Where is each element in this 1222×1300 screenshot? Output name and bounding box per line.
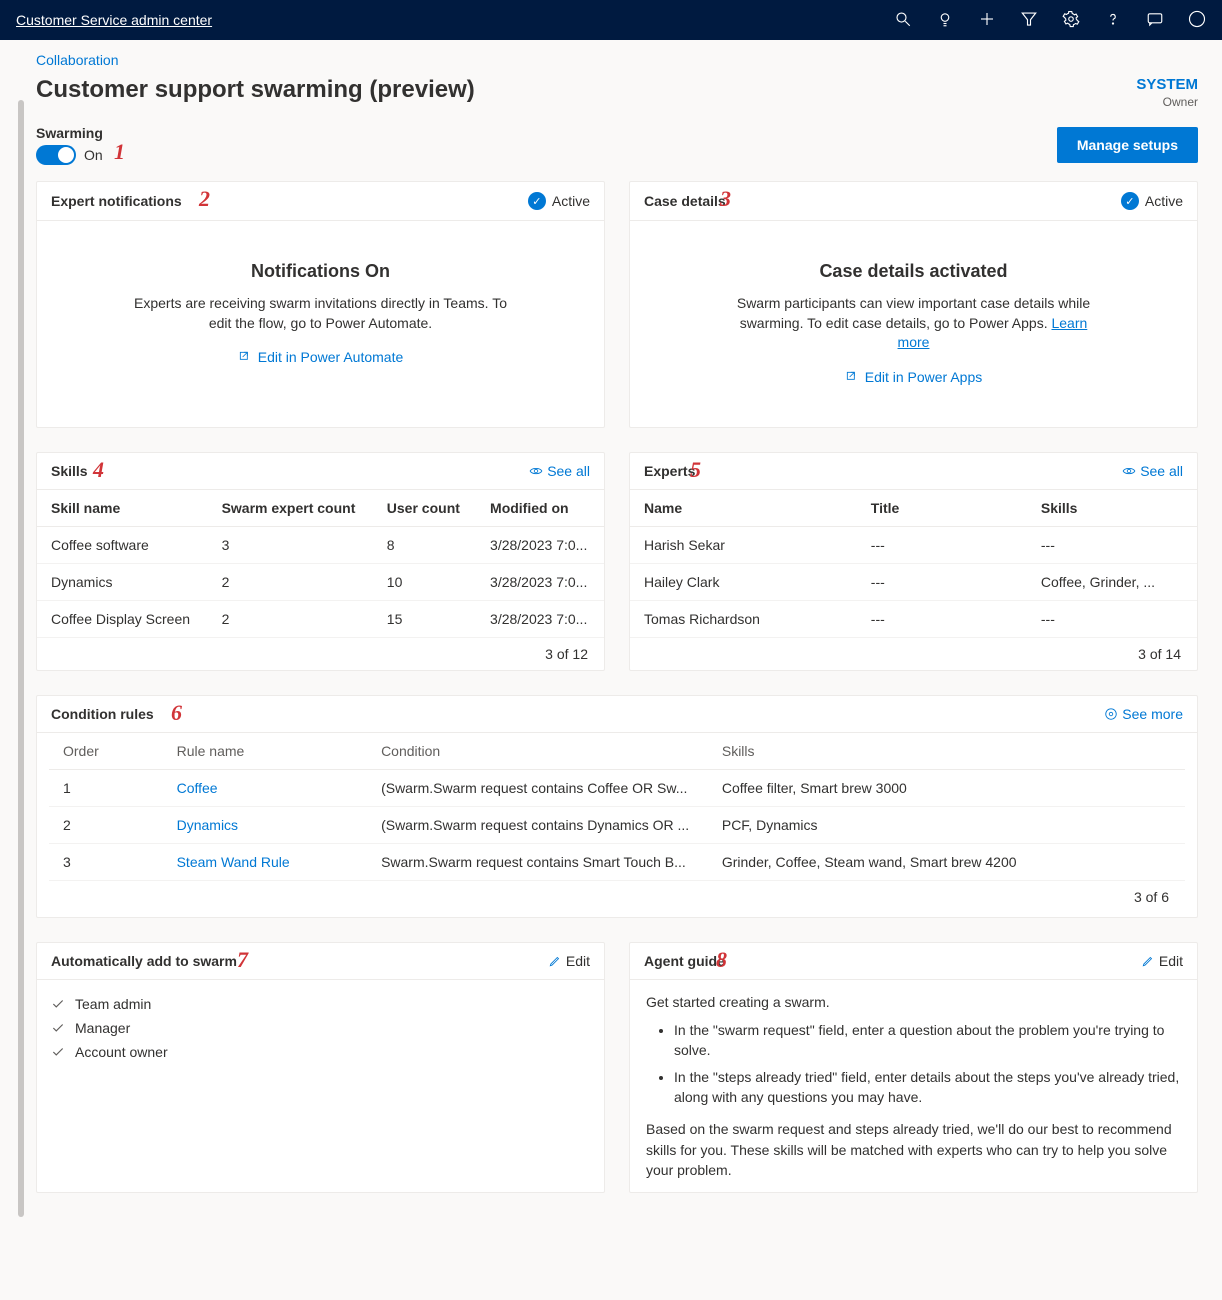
list-item: In the "steps already tried" field, ente… [674, 1067, 1181, 1108]
notifications-body: Experts are receiving swarm invitations … [131, 294, 511, 333]
table-row[interactable]: Coffee Display Screen2153/28/2023 7:0... [37, 600, 604, 637]
rule-link[interactable]: Coffee [177, 780, 218, 796]
skills-table: Skill name Swarm expert count User count… [37, 490, 604, 637]
check-icon [51, 997, 65, 1011]
owner-label: Owner [1136, 95, 1198, 109]
case-details-card: 3 Case details ✓ Active Case details act… [629, 181, 1198, 428]
gear-icon[interactable] [1062, 10, 1080, 31]
skills-footer: 3 of 12 [37, 637, 604, 670]
page-title: Customer support swarming (preview) [36, 76, 475, 104]
check-icon [51, 1045, 65, 1059]
filter-icon[interactable] [1020, 10, 1038, 31]
app-title[interactable]: Customer Service admin center [16, 12, 212, 28]
see-all-link[interactable]: See all [529, 463, 590, 479]
card-title: Condition rules [51, 706, 154, 722]
search-icon[interactable] [894, 10, 912, 31]
rule-link[interactable]: Dynamics [177, 817, 238, 833]
edit-link[interactable]: Edit [1141, 953, 1183, 969]
owner-name[interactable]: SYSTEM [1136, 76, 1198, 93]
swarming-label: Swarming [36, 125, 103, 141]
edit-power-apps-link[interactable]: Edit in Power Apps [845, 369, 983, 385]
card-title: Expert notifications [51, 193, 182, 209]
guide-intro: Get started creating a swarm. [646, 992, 1181, 1012]
auto-add-card: 7 Automatically add to swarm Edit Team a… [36, 942, 605, 1193]
check-icon: ✓ [1121, 192, 1139, 210]
experts-footer: 3 of 14 [630, 637, 1197, 670]
owner-block: SYSTEM Owner [1136, 76, 1198, 109]
table-row[interactable]: Tomas Richardson------ [630, 600, 1197, 637]
see-more-link[interactable]: See more [1104, 706, 1183, 722]
see-all-link[interactable]: See all [1122, 463, 1183, 479]
edit-power-automate-link[interactable]: Edit in Power Automate [238, 349, 404, 365]
card-title: Automatically add to swarm [51, 953, 237, 969]
breadcrumb[interactable]: Collaboration [36, 52, 1198, 68]
notifications-heading: Notifications On [61, 261, 580, 282]
edit-link[interactable]: Edit [548, 953, 590, 969]
case-details-body: Swarm participants can view important ca… [724, 294, 1104, 353]
card-title: Experts [644, 463, 695, 479]
manage-setups-button[interactable]: Manage setups [1057, 127, 1198, 163]
expert-notifications-card: 2 Expert notifications ✓ Active Notifica… [36, 181, 605, 428]
table-row[interactable]: Hailey Clark---Coffee, Grinder, ... [630, 563, 1197, 600]
list-item: Account owner [51, 1040, 590, 1064]
lightbulb-icon[interactable] [936, 10, 954, 31]
condition-rules-card: 6 Condition rules See more Order Rule na… [36, 695, 1198, 918]
help-icon[interactable] [1104, 10, 1122, 31]
plus-icon[interactable] [978, 10, 996, 31]
case-details-heading: Case details activated [654, 261, 1173, 282]
scrollbar[interactable] [18, 100, 24, 1217]
check-icon [51, 1021, 65, 1035]
rules-table: Order Rule name Condition Skills 1Coffee… [49, 733, 1185, 881]
list-item: Team admin [51, 992, 590, 1016]
card-title: Agent guide [644, 953, 725, 969]
toggle-state: On [84, 147, 103, 163]
experts-table: Name Title Skills Harish Sekar------Hail… [630, 490, 1197, 637]
table-row[interactable]: 3Steam Wand RuleSwarm.Swarm request cont… [49, 843, 1185, 880]
guide-outro: Based on the swarm request and steps alr… [646, 1119, 1181, 1180]
profile-icon[interactable] [1188, 10, 1206, 31]
table-row[interactable]: 1Coffee(Swarm.Swarm request contains Cof… [49, 769, 1185, 806]
top-bar: Customer Service admin center [0, 0, 1222, 40]
check-icon: ✓ [528, 192, 546, 210]
table-row[interactable]: 2Dynamics(Swarm.Swarm request contains D… [49, 806, 1185, 843]
agent-guide-card: 8 Agent guide Edit Get started creating … [629, 942, 1198, 1193]
list-item: In the "swarm request" field, enter a qu… [674, 1020, 1181, 1061]
topbar-icons [894, 10, 1206, 31]
status-badge: ✓ Active [528, 192, 590, 210]
experts-card: 5 Experts See all Name Title Skills Hari… [629, 452, 1198, 671]
annotation-1: 1 [114, 139, 125, 165]
table-row[interactable]: Harish Sekar------ [630, 526, 1197, 563]
card-title: Skills [51, 463, 88, 479]
rule-link[interactable]: Steam Wand Rule [177, 854, 290, 870]
table-row[interactable]: Dynamics2103/28/2023 7:0... [37, 563, 604, 600]
list-item: Manager [51, 1016, 590, 1040]
table-row[interactable]: Coffee software383/28/2023 7:0... [37, 526, 604, 563]
skills-card: 4 Skills See all Skill name Swarm expert… [36, 452, 605, 671]
chat-icon[interactable] [1146, 10, 1164, 31]
card-title: Case details [644, 193, 726, 209]
swarming-toggle[interactable] [36, 145, 76, 165]
status-badge: ✓ Active [1121, 192, 1183, 210]
rules-footer: 3 of 6 [37, 881, 1197, 917]
